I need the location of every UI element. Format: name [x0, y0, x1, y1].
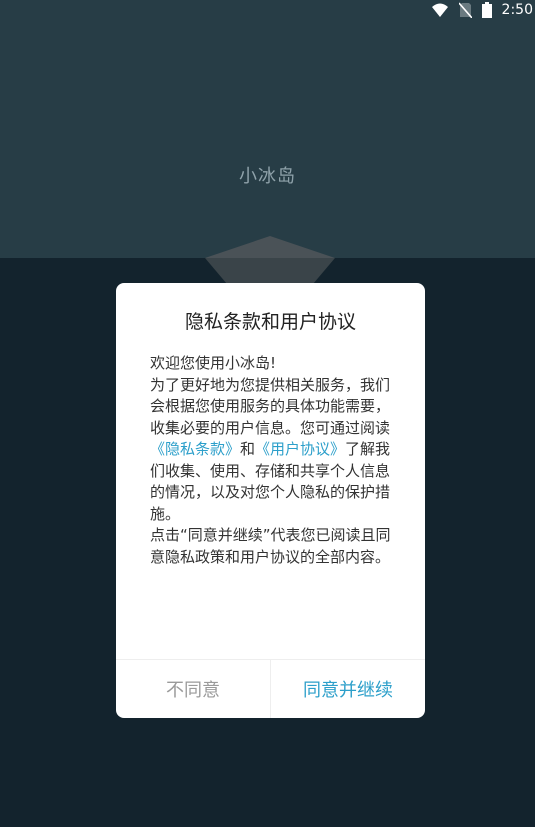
user-agreement-link[interactable]: 《用户协议》 — [255, 440, 345, 458]
greeting-text: 欢迎您使用小冰岛! — [150, 354, 277, 372]
paragraph-text: 为了更好地为您提供相关服务，我们会根据您使用服务的具体功能需要，收集必要的用户信… — [150, 375, 391, 437]
privacy-terms-link[interactable]: 《隐私条款》 — [150, 440, 240, 458]
battery-icon — [481, 2, 492, 18]
privacy-dialog: 隐私条款和用户协议 欢迎您使用小冰岛! 为了更好地为您提供相关服务，我们会根据您… — [116, 283, 425, 718]
dialog-title: 隐私条款和用户协议 — [184, 311, 356, 333]
disagree-button[interactable]: 不同意 — [116, 660, 271, 718]
top-panel — [0, 0, 535, 258]
status-bar: 2:50 — [0, 0, 535, 20]
wifi-icon — [431, 3, 448, 17]
no-sim-icon — [458, 2, 472, 18]
agree-continue-button[interactable]: 同意并继续 — [271, 660, 425, 718]
dialog-paragraph: 为了更好地为您提供相关服务，我们会根据您使用服务的具体功能需要，收集必要的用户信… — [150, 375, 396, 526]
dialog-body: 欢迎您使用小冰岛! 为了更好地为您提供相关服务，我们会根据您使用服务的具体功能需… — [150, 353, 396, 568]
decorative-shape — [205, 236, 335, 284]
app-title: 小冰岛 — [239, 166, 296, 187]
dialog-button-row: 不同意 同意并继续 — [116, 659, 425, 718]
consent-text: 点击“同意并继续”代表您已阅读且同意隐私政策和用户协议的全部内容。 — [150, 526, 391, 566]
status-time: 2:50 — [501, 2, 533, 18]
and-text: 和 — [240, 440, 256, 458]
